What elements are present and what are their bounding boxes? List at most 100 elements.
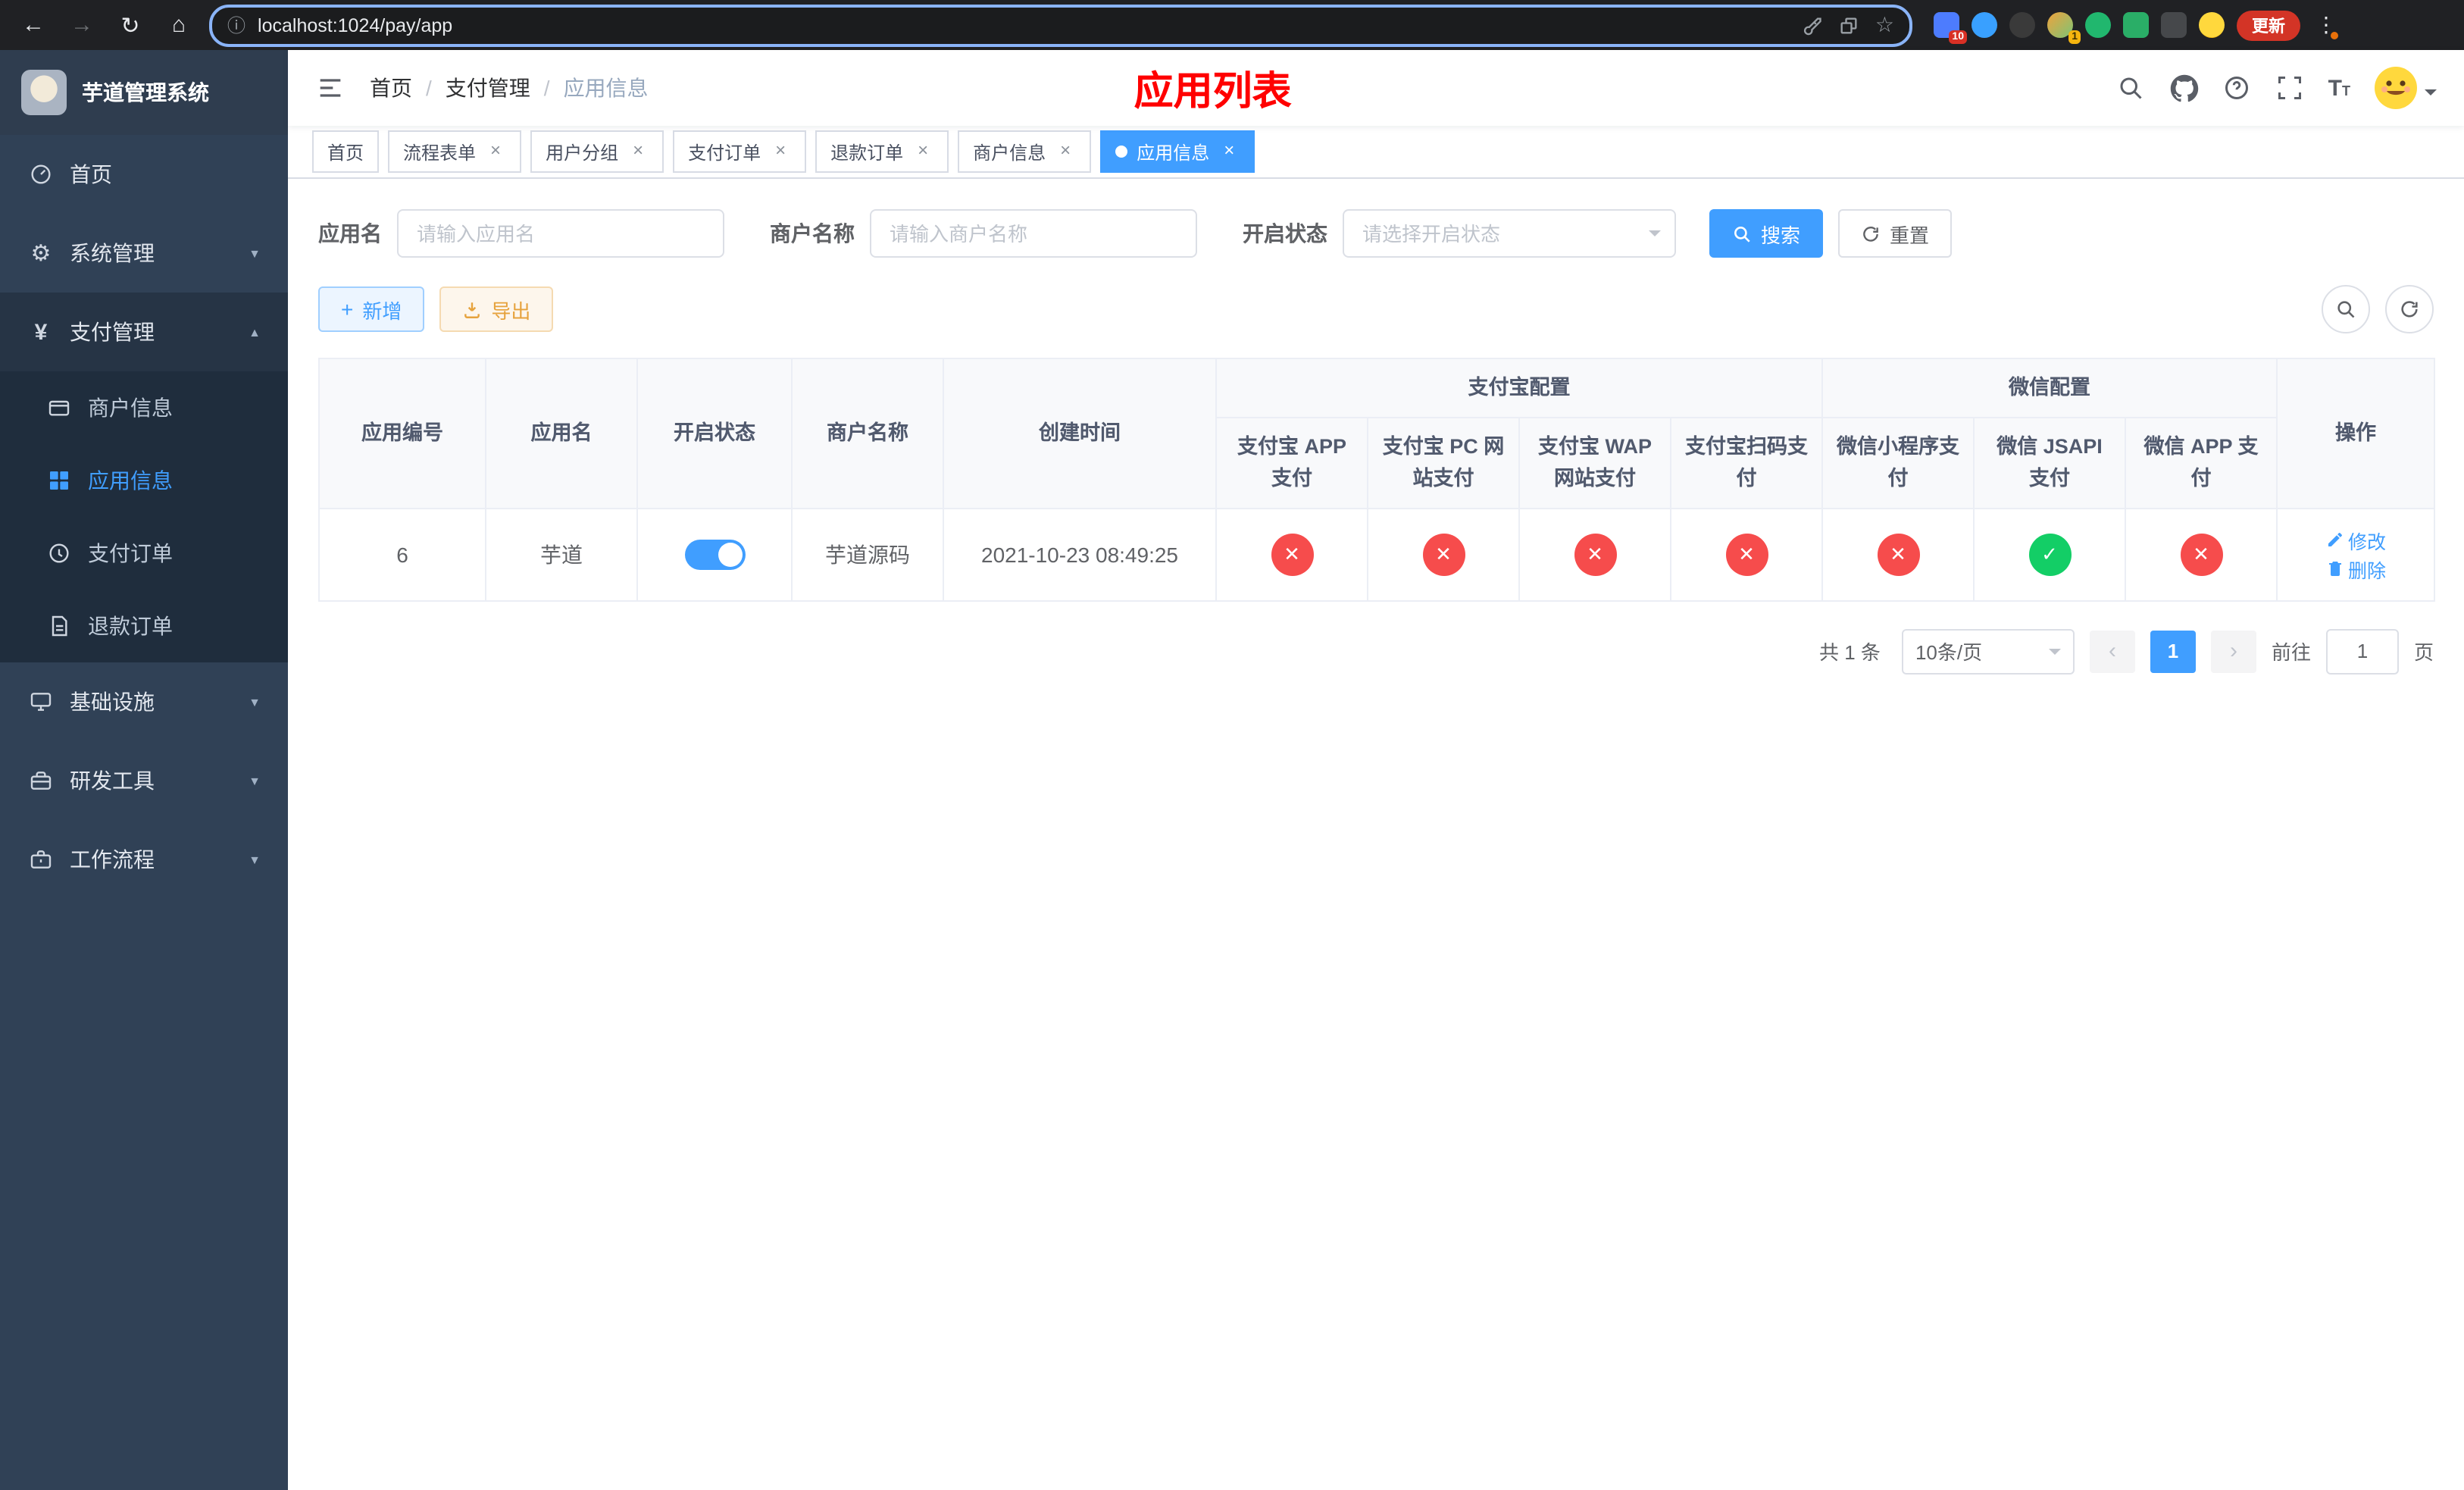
chevron-down-icon: ▼ bbox=[249, 853, 261, 866]
edit-link[interactable]: 修改 bbox=[2325, 526, 2386, 555]
dashboard-icon bbox=[27, 162, 55, 186]
add-button[interactable]: + 新增 bbox=[318, 286, 425, 332]
cell-wx-lite: ✕ bbox=[1821, 507, 1975, 602]
tab-label: 应用信息 bbox=[1137, 142, 1210, 163]
delete-link[interactable]: 删除 bbox=[2325, 555, 2386, 584]
merchant-name-label: 商户名称 bbox=[770, 221, 855, 246]
tab-label: 流程表单 bbox=[403, 142, 477, 163]
tags-view-bar: 首页 流程表单 × 用户分组 × 支付订单 × 退款订单 × 商户信息 × 应用… bbox=[288, 126, 2464, 179]
github-icon[interactable] bbox=[2169, 73, 2200, 103]
merchant-name-input[interactable] bbox=[870, 209, 1197, 258]
share-icon[interactable] bbox=[1839, 14, 1860, 36]
close-icon[interactable]: × bbox=[770, 140, 791, 162]
app-name-input[interactable] bbox=[397, 209, 724, 258]
table-toolbar: + 新增 导出 bbox=[318, 285, 2434, 333]
sidebar-item-dev-tools[interactable]: 研发工具 ▼ bbox=[0, 741, 288, 820]
sidebar: 芋道管理系统 首页 ⚙ 系统管理 ▼ ¥ 支付管理 ▲ 商户信息 应用信息 支付… bbox=[0, 50, 288, 1490]
goto-page-input[interactable] bbox=[2325, 628, 2399, 675]
sidebar-item-payment-orders[interactable]: 支付订单 bbox=[0, 517, 288, 590]
sidebar-item-label: 基础设施 bbox=[70, 690, 155, 714]
password-key-icon[interactable] bbox=[1803, 14, 1824, 36]
extension-chat-icon[interactable] bbox=[2123, 12, 2149, 38]
next-page-button[interactable]: › bbox=[2210, 630, 2256, 673]
order-clock-icon bbox=[45, 541, 73, 565]
site-info-icon[interactable]: ⓘ bbox=[227, 12, 245, 38]
forward-icon[interactable]: → bbox=[64, 7, 100, 43]
browser-update-button[interactable]: 更新 bbox=[2237, 10, 2300, 40]
search-button[interactable]: 搜索 bbox=[1709, 209, 1824, 258]
breadcrumb-home[interactable]: 首页 bbox=[370, 73, 412, 103]
extension-drop-icon[interactable] bbox=[1972, 12, 1997, 38]
page-1-button[interactable]: 1 bbox=[2150, 630, 2196, 673]
tab-refund-orders[interactable]: 退款订单 × bbox=[815, 130, 949, 173]
sidebar-item-system[interactable]: ⚙ 系统管理 ▼ bbox=[0, 214, 288, 293]
col-alipay-wap: 支付宝 WAP 网站支付 bbox=[1518, 417, 1671, 509]
status-select-input[interactable] bbox=[1343, 209, 1676, 258]
home-icon[interactable]: ⌂ bbox=[161, 7, 197, 43]
extension-pin-icon[interactable] bbox=[2161, 12, 2187, 38]
breadcrumb-separator: / bbox=[543, 76, 550, 100]
reload-icon[interactable]: ↻ bbox=[112, 7, 149, 43]
tab-merchant-info[interactable]: 商户信息 × bbox=[958, 130, 1092, 173]
font-size-icon[interactable]: TT bbox=[2328, 77, 2350, 99]
browser-toolbar: ← → ↻ ⌂ ⓘ localhost:1024/pay/app ☆ 10 1 … bbox=[0, 0, 2464, 50]
cross-status-icon: ✕ bbox=[1271, 533, 1313, 576]
cell-app-name: 芋道 bbox=[485, 507, 638, 602]
tab-app-info[interactable]: 应用信息 × bbox=[1100, 130, 1255, 173]
extension-face-icon[interactable] bbox=[2199, 12, 2225, 38]
extension-badge: 10 bbox=[1949, 30, 1967, 44]
reset-button[interactable]: 重置 bbox=[1838, 209, 1953, 258]
briefcase-icon bbox=[27, 847, 55, 872]
status-select[interactable] bbox=[1343, 209, 1676, 258]
bookmark-star-icon[interactable]: ☆ bbox=[1875, 12, 1894, 38]
tab-payment-orders[interactable]: 支付订单 × bbox=[673, 130, 807, 173]
extension-green-icon[interactable] bbox=[2085, 12, 2111, 38]
collapse-sidebar-icon[interactable] bbox=[315, 73, 346, 103]
close-icon[interactable]: × bbox=[485, 140, 506, 162]
tab-home[interactable]: 首页 bbox=[312, 130, 380, 173]
page-size-select[interactable]: 10条/页 bbox=[1901, 628, 2075, 675]
cell-alipay-wap: ✕ bbox=[1518, 507, 1671, 602]
sidebar-item-app-info[interactable]: 应用信息 bbox=[0, 444, 288, 517]
sidebar-item-label: 支付管理 bbox=[70, 320, 155, 344]
toolbar-right bbox=[2322, 285, 2434, 333]
browser-menu-icon[interactable]: ⋮ bbox=[2312, 12, 2340, 39]
extension-avatar-icon[interactable]: 1 bbox=[2047, 12, 2081, 44]
prev-page-button[interactable]: ‹ bbox=[2089, 630, 2135, 673]
app-logo[interactable]: 芋道管理系统 bbox=[0, 50, 288, 135]
sidebar-item-home[interactable]: 首页 bbox=[0, 135, 288, 214]
chevron-down-icon: ▼ bbox=[249, 695, 261, 709]
app-name-label: 应用名 bbox=[318, 221, 382, 246]
chevron-up-icon: ▲ bbox=[249, 325, 261, 339]
sidebar-item-merchant-info[interactable]: 商户信息 bbox=[0, 371, 288, 444]
breadcrumb-payment[interactable]: 支付管理 bbox=[446, 73, 530, 103]
search-icon[interactable] bbox=[2116, 73, 2147, 103]
fullscreen-icon[interactable] bbox=[2275, 73, 2306, 103]
toggle-search-button[interactable] bbox=[2322, 285, 2370, 333]
address-bar[interactable]: ⓘ localhost:1024/pay/app ☆ bbox=[209, 4, 1912, 46]
tab-user-group[interactable]: 用户分组 × bbox=[530, 130, 664, 173]
close-icon[interactable]: × bbox=[912, 140, 933, 162]
sidebar-item-label: 商户信息 bbox=[88, 396, 173, 420]
sidebar-item-workflow[interactable]: 工作流程 ▼ bbox=[0, 820, 288, 899]
app-title: 芋道管理系统 bbox=[82, 80, 209, 105]
cross-status-icon: ✕ bbox=[1422, 533, 1465, 576]
sidebar-item-refund-orders[interactable]: 退款订单 bbox=[0, 590, 288, 662]
enabled-toggle[interactable] bbox=[684, 539, 745, 570]
sidebar-item-payment[interactable]: ¥ 支付管理 ▲ bbox=[0, 293, 288, 371]
extension-badge: 1 bbox=[2068, 30, 2081, 44]
close-icon[interactable]: × bbox=[1055, 140, 1076, 162]
refresh-button[interactable] bbox=[2385, 285, 2434, 333]
sidebar-menu: 首页 ⚙ 系统管理 ▼ ¥ 支付管理 ▲ 商户信息 应用信息 支付订单 退款订单… bbox=[0, 135, 288, 1490]
extension-grid-icon[interactable]: 10 bbox=[1934, 12, 1967, 44]
sidebar-item-infrastructure[interactable]: 基础设施 ▼ bbox=[0, 662, 288, 741]
user-avatar[interactable] bbox=[2373, 65, 2437, 111]
close-icon[interactable]: × bbox=[627, 140, 649, 162]
back-icon[interactable]: ← bbox=[15, 7, 52, 43]
export-button[interactable]: 导出 bbox=[439, 286, 554, 332]
close-icon[interactable]: × bbox=[1218, 140, 1240, 162]
extension-dark-icon[interactable] bbox=[2009, 12, 2035, 38]
help-icon[interactable] bbox=[2222, 73, 2253, 103]
tab-process-form[interactable]: 流程表单 × bbox=[388, 130, 522, 173]
goto-label: 前往 bbox=[2271, 641, 2311, 665]
